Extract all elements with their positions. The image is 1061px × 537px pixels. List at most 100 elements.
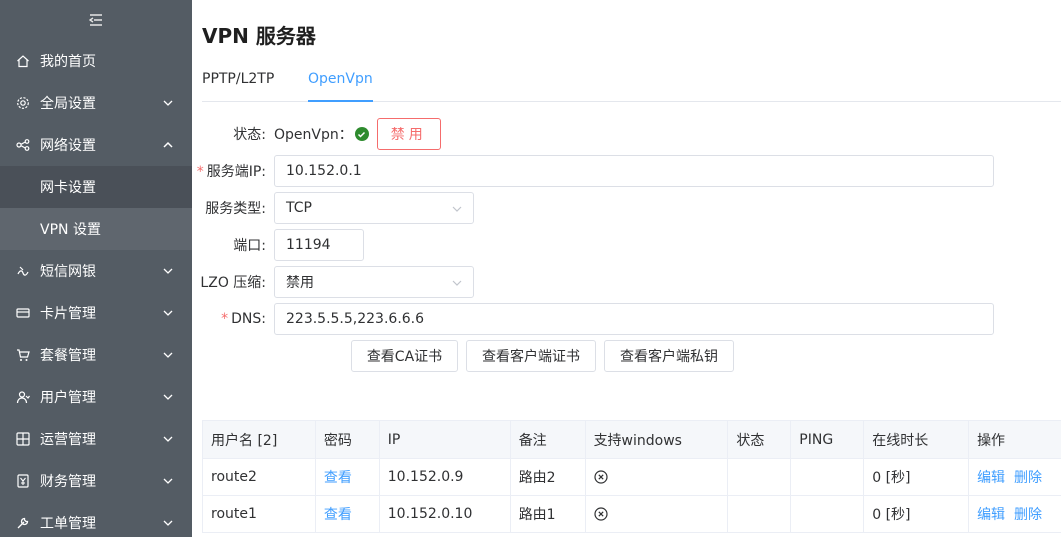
service-type-value: TCP: [286, 200, 312, 216]
page-title: VPN 服务器: [202, 24, 316, 48]
cell-online: 0 [秒]: [863, 495, 970, 533]
server-ip-row: * 服务端IP: 10.152.0.1: [192, 155, 994, 187]
cell-ip: 10.152.0.10: [378, 495, 511, 533]
column-header-online: 在线时长: [863, 420, 970, 459]
ops-icon: [16, 432, 30, 446]
required-asterisk: *: [196, 164, 204, 180]
vpn-users-table: 用户名 [2] 密码 IP 备注 支持windows 状态 PING 在线时长 …: [202, 420, 1061, 533]
sidebar-item-label: VPN 设置: [40, 222, 101, 238]
column-header-status: 状态: [727, 420, 792, 459]
dns-input[interactable]: 223.5.5.5,223.6.6.6: [274, 303, 994, 335]
sidebar-item-vpn-settings[interactable]: VPN 设置: [0, 208, 192, 250]
collapse-menu-button[interactable]: [0, 0, 192, 40]
view-ca-cert-button[interactable]: 查看CA证书: [351, 340, 458, 372]
main-content: VPN 服务器 PPTP/L2TP OpenVpn 状态: OpenVpn： 禁…: [192, 0, 1061, 537]
table-header-row: 用户名 [2] 密码 IP 备注 支持windows 状态 PING 在线时长 …: [202, 420, 1061, 459]
home-icon: [16, 54, 30, 68]
cell-note: 路由1: [509, 495, 586, 533]
required-asterisk: *: [221, 311, 229, 327]
status-row: 状态: OpenVpn： 禁用: [192, 118, 441, 150]
sidebar-item-nic-settings[interactable]: 网卡设置: [0, 166, 192, 208]
sidebar-item-global-settings[interactable]: 全局设置: [0, 82, 192, 124]
sidebar-item-operations-management[interactable]: 运营管理: [0, 418, 192, 460]
lzo-value: 禁用: [286, 275, 314, 291]
sidebar-item-network-settings[interactable]: 网络设置: [0, 124, 192, 166]
port-input[interactable]: 11194: [274, 229, 364, 261]
chevron-down-icon: [163, 520, 173, 526]
sidebar: 我的首页 全局设置 网络设置 网卡设置 VPN 设置 短信网银 卡片管理 套餐管…: [0, 0, 192, 537]
sidebar-item-label: 网络设置: [40, 138, 96, 154]
column-header-windows: 支持windows: [584, 420, 729, 459]
cart-icon: [16, 348, 30, 362]
edit-link[interactable]: 编辑: [977, 507, 1005, 523]
chevron-down-icon: [163, 394, 173, 400]
sidebar-item-label: 运营管理: [40, 432, 96, 448]
cell-username: route2: [202, 458, 316, 496]
sidebar-item-label: 用户管理: [40, 390, 96, 406]
sidebar-item-sms-banking[interactable]: 短信网银: [0, 250, 192, 292]
finance-icon: [16, 474, 30, 488]
x-circle-icon: [593, 507, 608, 521]
view-client-cert-button[interactable]: 查看客户端证书: [466, 340, 596, 372]
chevron-down-icon: [452, 280, 462, 286]
column-header-username[interactable]: 用户名 [2]: [202, 420, 316, 459]
sidebar-item-ticket-management[interactable]: 工单管理: [0, 502, 192, 537]
chevron-up-icon: [163, 141, 173, 148]
sidebar-item-user-management[interactable]: 用户管理: [0, 376, 192, 418]
lzo-row: LZO 压缩: 禁用: [192, 266, 474, 298]
sms-icon: [16, 264, 30, 278]
chevron-down-icon: [163, 100, 173, 106]
chevron-down-icon: [163, 352, 173, 358]
cell-ping: [790, 495, 865, 533]
view-password-link[interactable]: 查看: [324, 470, 352, 486]
cell-ping: [790, 458, 865, 496]
wrench-icon: [16, 516, 30, 530]
cert-buttons-row: 查看CA证书 查看客户端证书 查看客户端私钥: [351, 340, 734, 372]
server-ip-label-wrap: * 服务端IP:: [192, 161, 274, 181]
server-ip-label: 服务端IP:: [206, 164, 266, 180]
sidebar-item-label: 套餐管理: [40, 348, 96, 364]
status-label: 状态:: [233, 127, 266, 143]
sidebar-item-label: 网卡设置: [40, 180, 96, 196]
sidebar-item-label: 全局设置: [40, 96, 96, 112]
service-type-select[interactable]: TCP: [274, 192, 474, 224]
network-submenu: 网卡设置 VPN 设置: [0, 166, 192, 250]
users-icon: [16, 390, 30, 404]
delete-link[interactable]: 删除: [1014, 507, 1042, 523]
sidebar-item-card-management[interactable]: 卡片管理: [0, 292, 192, 334]
chevron-down-icon: [163, 310, 173, 316]
sidebar-item-package-management[interactable]: 套餐管理: [0, 334, 192, 376]
view-password-link[interactable]: 查看: [324, 507, 352, 523]
view-client-key-button[interactable]: 查看客户端私钥: [604, 340, 734, 372]
sidebar-item-finance-management[interactable]: 财务管理: [0, 460, 192, 502]
dns-label: DNS:: [231, 311, 266, 327]
service-type-label: 服务类型:: [205, 201, 266, 217]
chevron-down-icon: [163, 436, 173, 442]
edit-link[interactable]: 编辑: [977, 470, 1005, 486]
cell-note: 路由2: [509, 458, 586, 496]
server-ip-input[interactable]: 10.152.0.1: [274, 155, 994, 187]
tab-openvpn[interactable]: OpenVpn: [308, 60, 373, 102]
port-row: 端口: 11194: [192, 229, 364, 261]
lzo-label: LZO 压缩:: [200, 275, 266, 291]
gear-icon: [16, 96, 30, 110]
chevron-down-icon: [163, 268, 173, 274]
tab-pptp-l2tp[interactable]: PPTP/L2TP: [202, 60, 274, 102]
sidebar-item-label: 我的首页: [40, 54, 96, 70]
delete-link[interactable]: 删除: [1014, 470, 1042, 486]
sidebar-item-label: 财务管理: [40, 474, 96, 490]
sidebar-item-label: 工单管理: [40, 516, 96, 532]
disable-button[interactable]: 禁用: [376, 118, 441, 150]
column-header-note: 备注: [509, 420, 586, 459]
cell-online: 0 [秒]: [863, 458, 970, 496]
service-type-row: 服务类型: TCP: [192, 192, 474, 224]
card-icon: [16, 306, 30, 320]
column-header-actions: 操作: [968, 420, 1061, 459]
cell-status: [727, 458, 792, 496]
sidebar-item-home[interactable]: 我的首页: [0, 40, 192, 82]
column-header-ip: IP: [378, 420, 511, 459]
dns-row: * DNS: 223.5.5.5,223.6.6.6: [192, 303, 994, 335]
table-row: route1 查看 10.152.0.10 路由1 0 [秒] 编辑 删除: [202, 495, 1061, 533]
collapse-icon: [89, 14, 102, 26]
lzo-select[interactable]: 禁用: [274, 266, 474, 298]
